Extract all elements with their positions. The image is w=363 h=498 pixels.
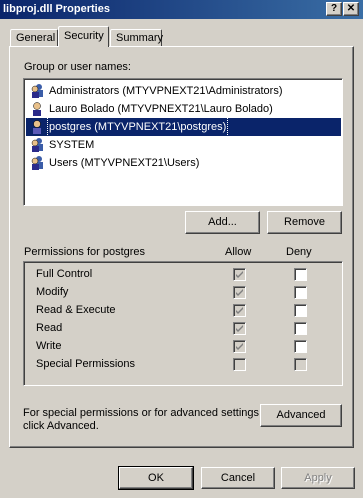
user-item-label: SYSTEM (49, 139, 95, 151)
user-icon (33, 102, 41, 116)
permission-row: Write (24, 338, 340, 356)
deny-checkbox-modify[interactable] (294, 286, 307, 299)
deny-checkbox-write[interactable] (294, 340, 307, 353)
apply-button: Apply (281, 467, 355, 489)
allow-checkbox-modify (233, 286, 246, 299)
user-item-system[interactable]: SYSTEM (26, 136, 341, 154)
user-list[interactable]: Administrators (MTYVPNEXT21\Administrato… (23, 78, 343, 206)
deny-checkbox-read[interactable] (294, 322, 307, 335)
user-item-label: postgres (MTYVPNEXT21\postgres) (46, 117, 229, 137)
check-icon (236, 325, 243, 332)
advanced-text-line1: For special permissions or for advanced … (23, 407, 263, 419)
allow-checkbox-full-control (233, 268, 246, 281)
permission-row: Read (24, 320, 340, 338)
permission-row: Read & Execute (24, 302, 340, 320)
permissions-label: Permissions for postgres (24, 246, 146, 258)
cancel-button[interactable]: Cancel (201, 467, 275, 489)
permission-name: Read (36, 322, 63, 334)
user-item-label: Users (MTYVPNEXT21\Users) (49, 157, 200, 169)
add-button[interactable]: Add... (185, 211, 260, 234)
user-item-postgres[interactable]: postgres (MTYVPNEXT21\postgres) (26, 117, 341, 137)
user-item-label: Lauro Bolado (MTYVPNEXT21\Lauro Bolado) (49, 103, 273, 115)
advanced-button[interactable]: Advanced (260, 404, 342, 427)
close-button[interactable]: ✕ (343, 2, 359, 16)
allow-checkbox-read (233, 322, 246, 335)
advanced-text-line2: click Advanced. (23, 420, 99, 432)
tab-security[interactable]: Security (58, 26, 109, 47)
user-item-administrators[interactable]: Administrators (MTYVPNEXT21\Administrato… (26, 82, 341, 100)
allow-header: Allow (225, 246, 252, 258)
deny-checkbox-read-execute[interactable] (294, 304, 307, 317)
check-icon (236, 271, 243, 278)
allow-checkbox-write (233, 340, 246, 353)
deny-checkbox-full-control[interactable] (294, 268, 307, 281)
user-icon (33, 120, 41, 134)
deny-header: Deny (286, 246, 312, 258)
permission-name: Read & Execute (36, 304, 116, 316)
user-item-label: Administrators (MTYVPNEXT21\Administrato… (49, 85, 283, 97)
permission-name: Modify (36, 286, 69, 298)
allow-checkbox-special-permissions (233, 358, 246, 371)
title-bar: libproj.dll Properties ? ✕ (0, 0, 363, 19)
permission-row: Full Control (24, 266, 340, 284)
tab-general[interactable]: General (10, 29, 58, 47)
deny-checkbox-special-permissions (294, 358, 307, 371)
user-item-users[interactable]: Users (MTYVPNEXT21\Users) (26, 154, 341, 172)
user-item-lauro-bolado[interactable]: Lauro Bolado (MTYVPNEXT21\Lauro Bolado) (26, 100, 341, 118)
permission-row: Modify (24, 284, 340, 302)
group-icon (31, 84, 43, 98)
check-icon (236, 343, 243, 350)
group-icon (31, 156, 43, 170)
security-panel: Group or user names: Administrators (MTY… (9, 46, 354, 448)
permissions-list: Full Control Modify Read & Execute Read (23, 261, 343, 386)
help-button[interactable]: ? (326, 2, 342, 16)
permission-name: Write (36, 340, 62, 352)
tab-summary[interactable]: Summary (110, 29, 163, 47)
permission-name: Special Permissions (36, 358, 136, 370)
allow-checkbox-read-execute (233, 304, 246, 317)
check-icon (236, 307, 243, 314)
window-title: libproj.dll Properties (3, 3, 110, 15)
group-icon (31, 138, 43, 152)
remove-button[interactable]: Remove (267, 211, 342, 234)
ok-button[interactable]: OK (118, 466, 194, 490)
users-label: Group or user names: (24, 61, 131, 73)
permission-row: Special Permissions (24, 356, 340, 374)
permission-name: Full Control (36, 268, 93, 280)
check-icon (236, 289, 243, 296)
